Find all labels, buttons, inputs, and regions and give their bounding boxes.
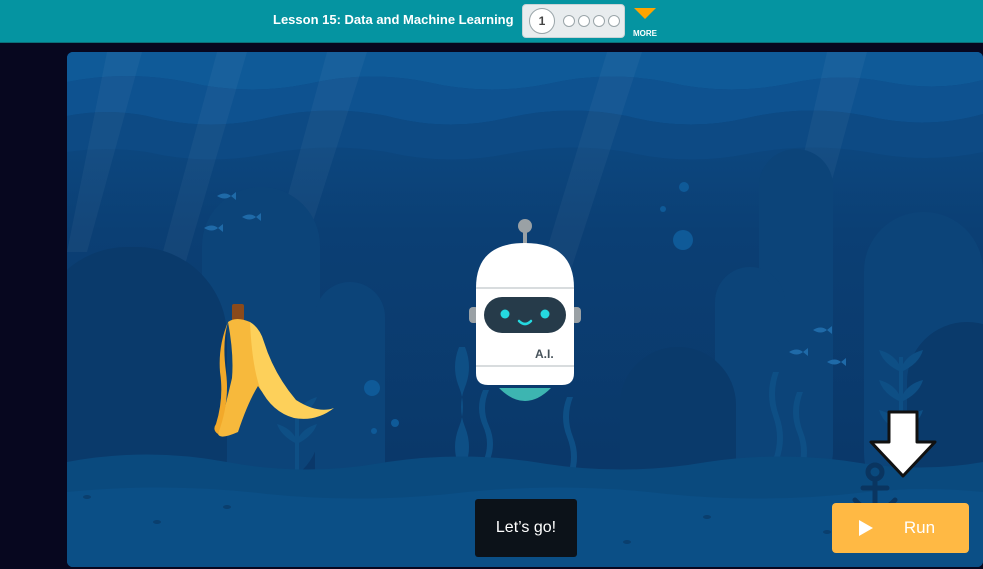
- speech-bubble: Let’s go!: [475, 499, 577, 557]
- header-bar: Lesson 15: Data and Machine Learning 1 M…: [0, 0, 983, 43]
- run-label: Run: [903, 518, 936, 537]
- play-icon: [858, 520, 873, 536]
- more-button[interactable]: MORE: [631, 5, 659, 39]
- level-dot[interactable]: [563, 15, 575, 27]
- game-stage[interactable]: A.I.: [67, 52, 983, 567]
- lesson-title: Lesson 15: Data and Machine Learning: [273, 12, 514, 27]
- down-arrow-icon: [869, 410, 937, 478]
- chevron-down-icon: [634, 8, 656, 19]
- ai-robot[interactable]: A.I.: [469, 218, 581, 406]
- banana-peel-icon[interactable]: [214, 300, 338, 442]
- level-1-bubble[interactable]: 1: [529, 8, 555, 34]
- level-dot[interactable]: [608, 15, 620, 27]
- level-progress: 1: [522, 4, 625, 38]
- robot-label: A.I.: [535, 347, 554, 361]
- level-dot[interactable]: [578, 15, 590, 27]
- speech-text: Let’s go!: [495, 519, 557, 536]
- level-dot[interactable]: [593, 15, 605, 27]
- run-button[interactable]: Run: [832, 503, 969, 553]
- more-label: MORE: [633, 29, 657, 38]
